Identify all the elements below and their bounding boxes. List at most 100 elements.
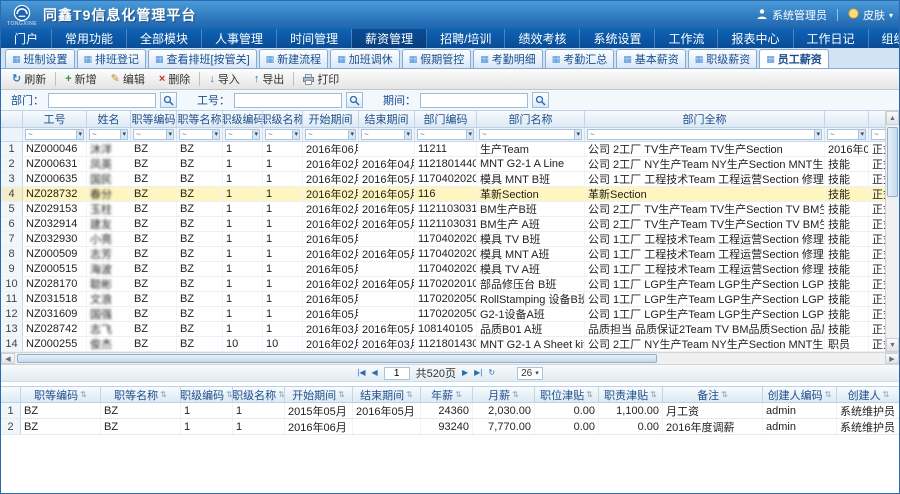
table-row[interactable]: 1NZ000046沐洋BZBZ112016年06月11211生产Team公司 2…	[1, 142, 899, 157]
detail-column-header-4[interactable]: 职级名称⇅	[233, 387, 285, 402]
tab-9[interactable]: ▦基本薪资	[616, 49, 686, 68]
add-button[interactable]: +新增	[58, 69, 103, 89]
filter-combo[interactable]: ~▾	[89, 129, 128, 140]
menu-item-5[interactable]: 时间管理	[277, 29, 352, 48]
next-page-button[interactable]: ▶	[462, 369, 468, 377]
table-row[interactable]: 5NZ029153玉柱BZBZ112016年02月2016年05月1121103…	[1, 202, 899, 217]
filter-combo[interactable]: ~▾	[361, 129, 412, 140]
search-icon[interactable]	[532, 92, 549, 108]
detail-column-header-10[interactable]: 职责津贴⇅	[599, 387, 663, 402]
menu-item-9[interactable]: 系统设置	[580, 29, 655, 48]
detail-column-header-7[interactable]: 年薪⇅	[421, 387, 473, 402]
search-icon[interactable]	[346, 92, 363, 108]
imp-button[interactable]: ↓导入	[202, 69, 247, 89]
current-user-label[interactable]: 系统管理员	[772, 7, 827, 23]
menu-item-3[interactable]: 全部模块	[127, 29, 202, 48]
page-number-input[interactable]	[384, 367, 410, 380]
horizontal-scroll-track[interactable]	[15, 353, 885, 364]
detail-column-header-8[interactable]: 月薪⇅	[473, 387, 535, 402]
detail-column-header-12[interactable]: 创建人编码⇅	[763, 387, 837, 402]
table-row[interactable]: 8NZ000509志芳BZBZ112016年02月2016年05月1170402…	[1, 247, 899, 262]
filter-combo[interactable]: ~▾	[417, 129, 474, 140]
menu-item-12[interactable]: 工作日记	[794, 29, 869, 48]
table-row[interactable]: 14NZ000255俊杰BZBZ10102016年02月2016年03月1121…	[1, 337, 899, 352]
tab-11[interactable]: ▦员工薪资	[759, 49, 829, 68]
filter-input-2[interactable]	[234, 93, 342, 108]
menu-item-13[interactable]: 组织管理	[869, 29, 900, 48]
filter-combo[interactable]: ~▾	[827, 129, 866, 140]
filter-combo[interactable]: ~▾	[133, 129, 174, 140]
tab-7[interactable]: ▦考勤明细	[473, 49, 543, 68]
detail-column-header-2[interactable]: 职等名称⇅	[101, 387, 181, 402]
filter-input-3[interactable]	[420, 93, 528, 108]
exp-button[interactable]: ↑导出	[247, 69, 292, 89]
filter-combo[interactable]: ~▾	[479, 129, 582, 140]
table-row[interactable]: 9NZ000515海波BZBZ112016年05月11704020203模具 T…	[1, 262, 899, 277]
menu-item-1[interactable]: 门户	[1, 29, 52, 48]
filter-combo[interactable]: ~▾	[265, 129, 300, 140]
tab-1[interactable]: ▦班制设置	[5, 49, 75, 68]
detail-column-header-13[interactable]: 创建人⇅	[837, 387, 900, 402]
menu-item-6[interactable]: 薪资管理	[352, 29, 427, 48]
table-row[interactable]: 12NZ031609国强BZBZ112016年05月11702020501G2-…	[1, 307, 899, 322]
tab-8[interactable]: ▦考勤汇总	[545, 49, 615, 68]
table-row[interactable]: 2NZ000631凤英BZBZ112016年02月2016年04月1121801…	[1, 157, 899, 172]
table-row[interactable]: 3NZ000635国民BZBZ112016年02月2016年05月1170402…	[1, 172, 899, 187]
table-row[interactable]: 6NZ032914建友BZBZ112016年02月2016年05月1121103…	[1, 217, 899, 232]
menu-item-4[interactable]: 人事管理	[202, 29, 277, 48]
scroll-right-icon[interactable]: ▶	[885, 353, 899, 364]
column-header-6[interactable]: 职级名称	[263, 111, 303, 127]
tab-6[interactable]: ▦假期管控	[402, 49, 472, 68]
menu-item-7[interactable]: 招聘/培训	[427, 29, 505, 48]
menu-item-8[interactable]: 绩效考核	[505, 29, 580, 48]
column-header-4[interactable]: 职等名称	[177, 111, 223, 127]
tab-10[interactable]: ▦职级薪资	[688, 49, 758, 68]
column-header-7[interactable]: 开始期间	[303, 111, 359, 127]
table-row[interactable]: 13NZ028742志飞BZBZ112016年03月2016年05月108140…	[1, 322, 899, 337]
tab-3[interactable]: ▦查看排班[按管关]	[148, 49, 257, 68]
column-header-9[interactable]: 部门编码	[415, 111, 477, 127]
filter-combo[interactable]: ~▾	[587, 129, 822, 140]
scroll-up-icon[interactable]: ▲	[886, 111, 899, 125]
reload-icon[interactable]: ↻	[488, 369, 495, 377]
table-row[interactable]: 7NZ032930小亮BZBZ112016年05月11704020206模具 T…	[1, 232, 899, 247]
skin-button[interactable]: 皮肤	[863, 7, 885, 23]
filter-input-1[interactable]	[48, 93, 156, 108]
column-header-11[interactable]: 部门全称	[585, 111, 825, 127]
filter-combo[interactable]: ~▾	[179, 129, 220, 140]
tab-2[interactable]: ▦排班登记	[77, 49, 147, 68]
column-header-10[interactable]: 部门名称	[477, 111, 585, 127]
scroll-left-icon[interactable]: ◀	[1, 353, 15, 364]
tab-5[interactable]: ▦加班调休	[330, 49, 400, 68]
detail-column-header-1[interactable]: 职等编码⇅	[21, 387, 101, 402]
vertical-scroll-thumb[interactable]	[887, 127, 898, 197]
refresh-button[interactable]: ↻刷新	[5, 69, 53, 89]
prev-page-button[interactable]: ◀	[371, 369, 377, 377]
del-button[interactable]: ×删除	[152, 69, 197, 89]
vertical-scroll-track[interactable]	[886, 125, 899, 338]
menu-item-11[interactable]: 报表中心	[718, 29, 793, 48]
column-header-3[interactable]: 职等编码	[131, 111, 177, 127]
detail-row[interactable]: 2BZBZ112016年06月932407,770.000.000.002016…	[1, 419, 899, 435]
table-row[interactable]: 11NZ031518文浪BZBZ112016年05月11702020504Rol…	[1, 292, 899, 307]
search-icon[interactable]	[160, 92, 177, 108]
filter-combo[interactable]: ~▾	[225, 129, 260, 140]
detail-column-header-9[interactable]: 职位津贴⇅	[535, 387, 599, 402]
detail-column-header-3[interactable]: 职级编码⇅	[181, 387, 233, 402]
last-page-button[interactable]: ▶|	[474, 369, 482, 377]
page-size-select[interactable]: 26 ▾	[517, 367, 543, 380]
tab-4[interactable]: ▦新建流程	[259, 49, 329, 68]
column-header-2[interactable]: 姓名	[87, 111, 131, 127]
column-header-8[interactable]: 结束期间	[359, 111, 415, 127]
edit-button[interactable]: ✎编辑	[104, 69, 152, 89]
detail-column-header-11[interactable]: 备注⇅	[663, 387, 763, 402]
table-row[interactable]: 10NZ028170聪彬BZBZ112016年02月2016年05月117020…	[1, 277, 899, 292]
column-header-5[interactable]: 职级编码	[223, 111, 263, 127]
menu-item-2[interactable]: 常用功能	[52, 29, 127, 48]
first-page-button[interactable]: |◀	[357, 369, 365, 377]
filter-combo[interactable]: ~▾	[305, 129, 356, 140]
detail-column-header-6[interactable]: 结束期间⇅	[353, 387, 421, 402]
vertical-scrollbar[interactable]: ▲ ▼	[885, 111, 899, 352]
print-button[interactable]: 打印	[296, 69, 346, 89]
horizontal-scroll-thumb[interactable]	[17, 354, 657, 363]
